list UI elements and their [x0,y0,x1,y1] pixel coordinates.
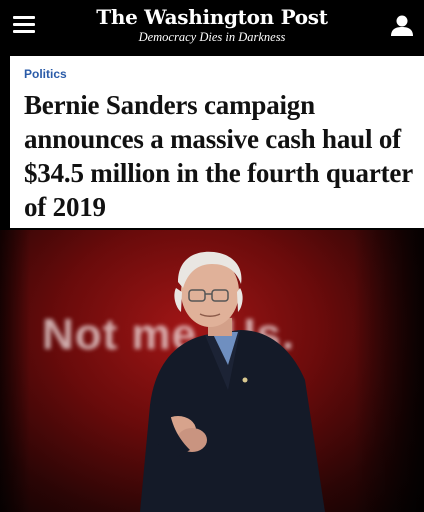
site-tagline: Democracy Dies in Darkness [138,30,286,44]
speaker-figure [140,251,325,512]
article-headline: Bernie Sanders campaign announces a mass… [24,90,413,222]
site-logo[interactable]: The Washington Post [0,5,424,29]
masthead: The Washington Post Democracy Dies in Da… [0,0,424,52]
article-header: Politics Bernie Sanders campaign announc… [10,56,424,228]
article-lead-photo: Not me. Us. [0,230,424,512]
user-account-icon[interactable] [390,14,414,36]
section-kicker-link[interactable]: Politics [24,67,67,81]
